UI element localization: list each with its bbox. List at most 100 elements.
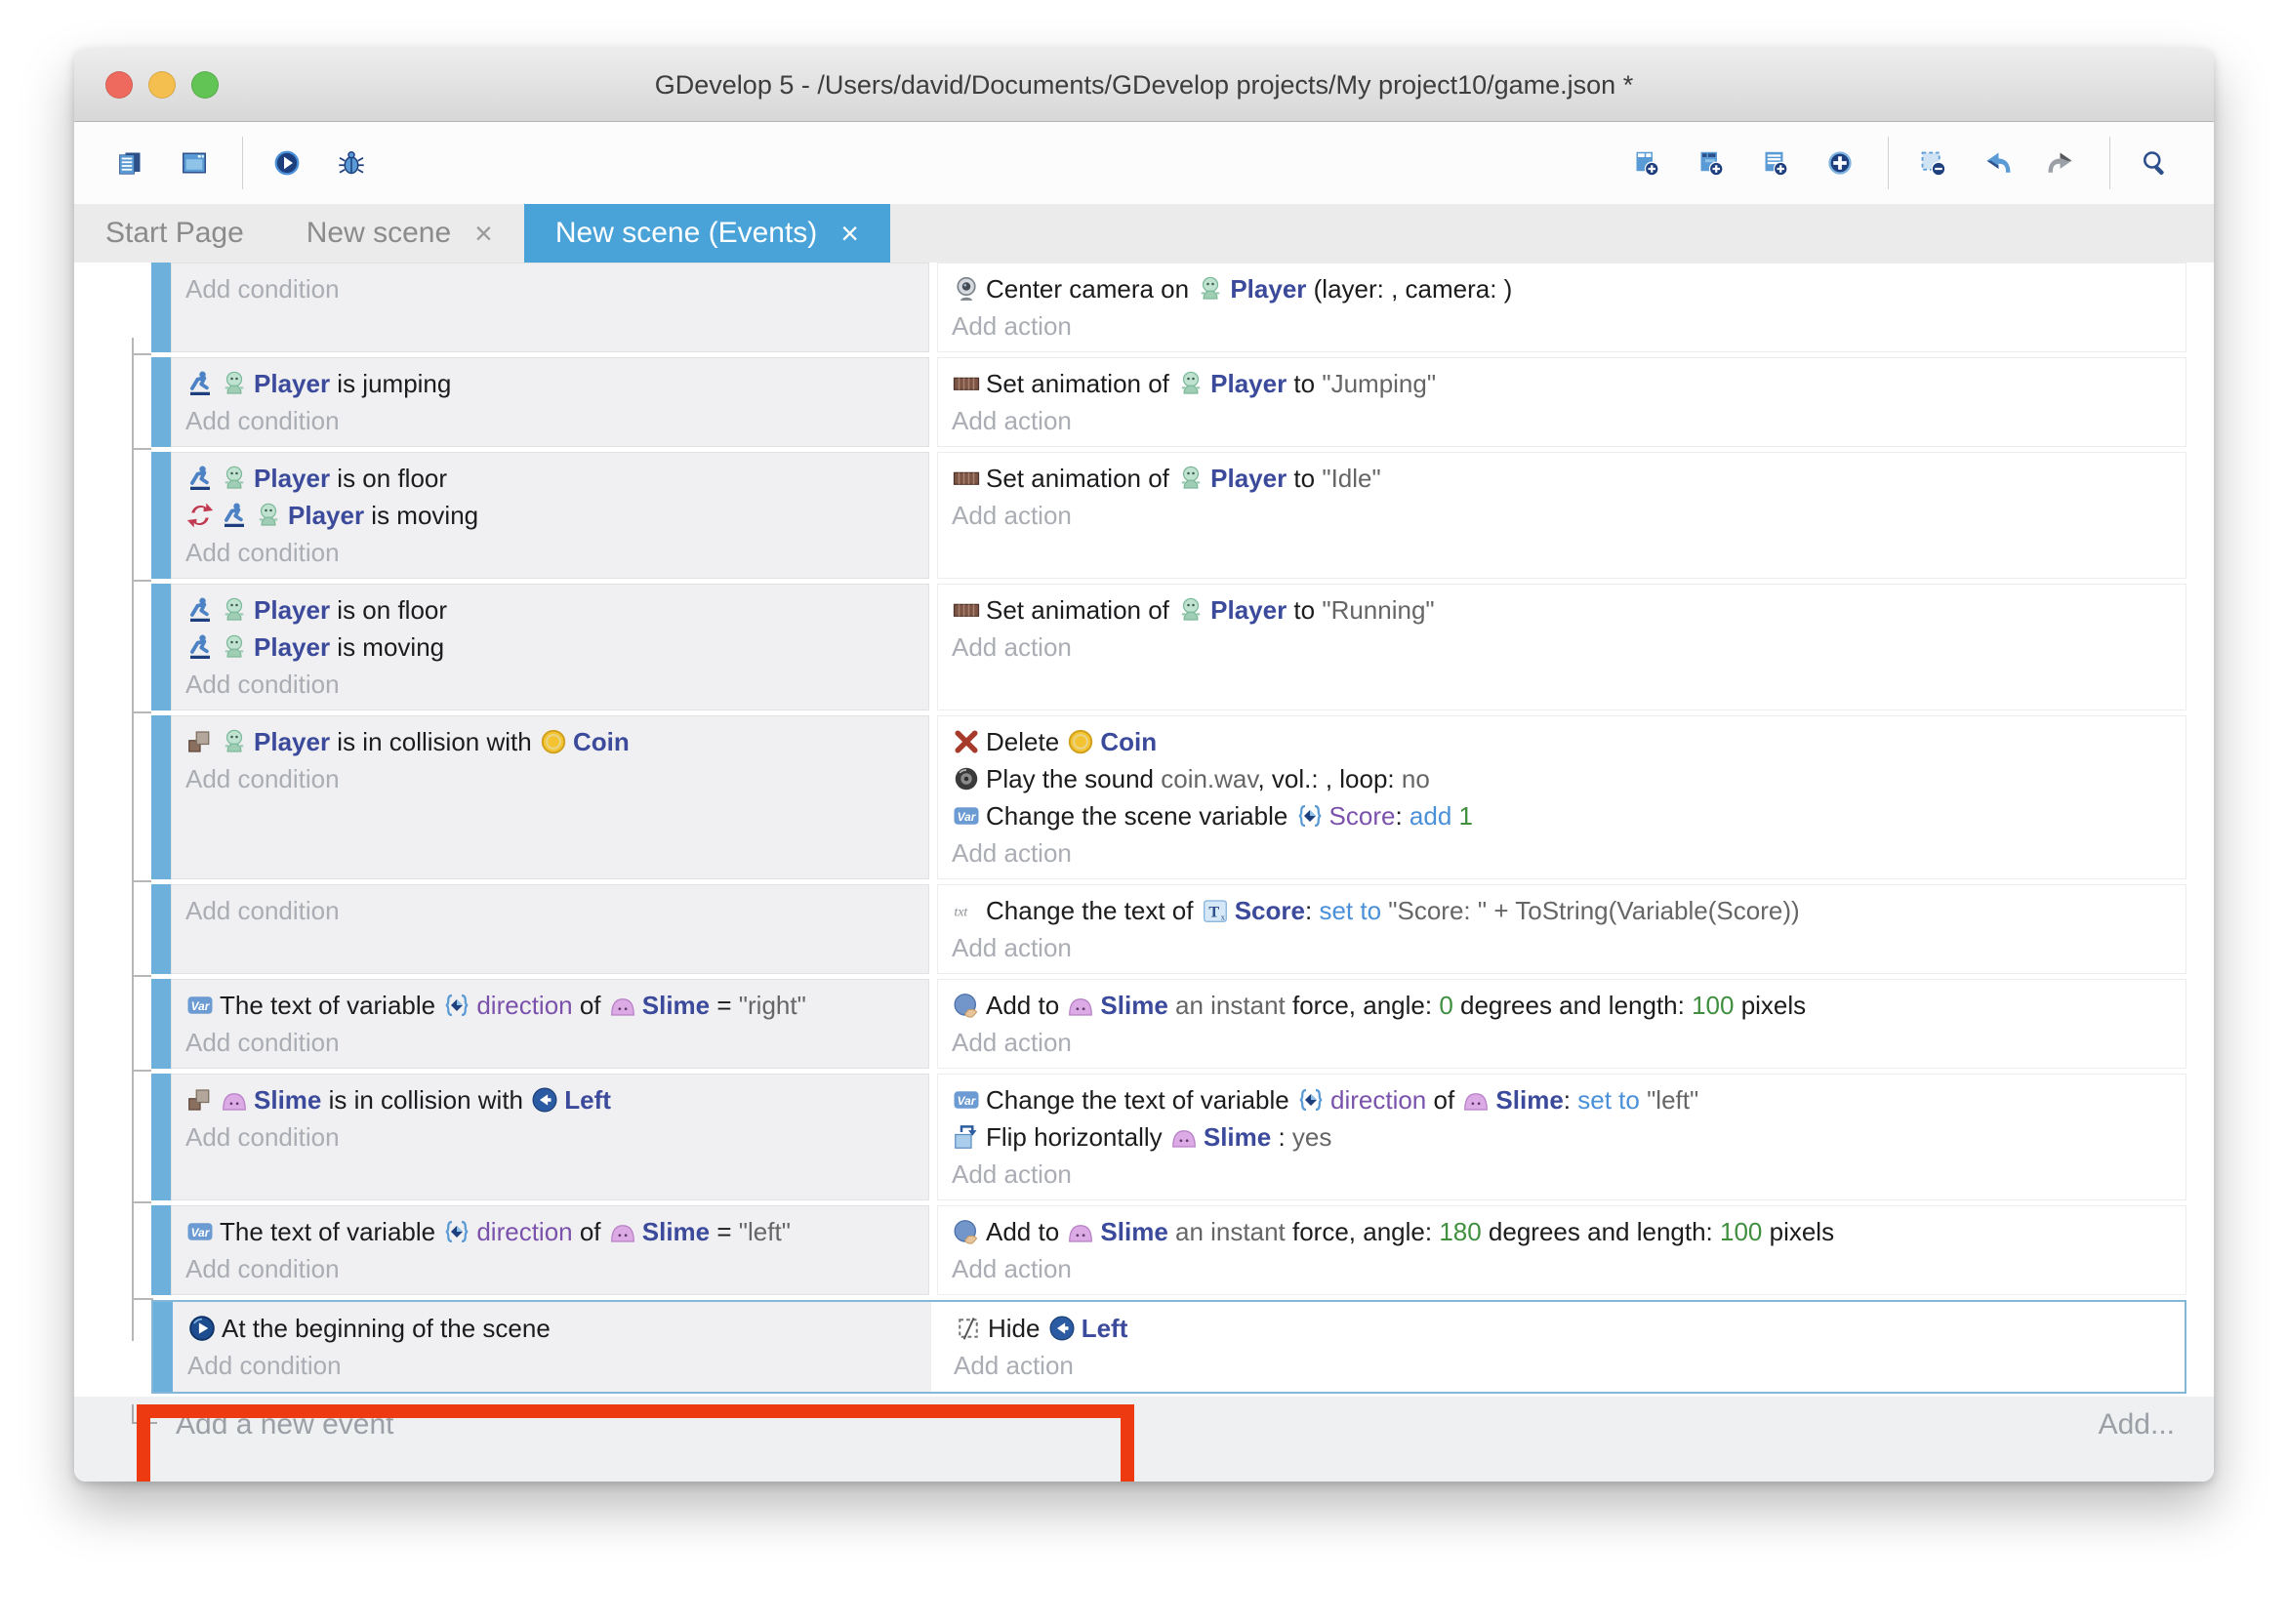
action-line[interactable]: Hide Left xyxy=(954,1310,2170,1347)
add-condition-button[interactable]: Add condition xyxy=(185,1024,915,1061)
text-token: pixels xyxy=(1734,991,1806,1020)
add-condition-button[interactable]: Add condition xyxy=(185,1250,915,1287)
obj-token: Player xyxy=(254,464,330,493)
action-line[interactable]: VarChange the scene variable Score: add … xyxy=(952,797,2172,834)
add-action-button[interactable]: Add action xyxy=(952,1156,2172,1193)
str-token: "Running" xyxy=(1322,595,1434,625)
event-row: VarThe text of variable direction of Sli… xyxy=(151,979,2186,1069)
obj-token: Left xyxy=(564,1085,611,1115)
tab-new-scene-events[interactable]: New scene (Events)× xyxy=(524,204,890,263)
toolbar-redo-button[interactable] xyxy=(2035,135,2092,191)
add-condition-button[interactable]: Add condition xyxy=(187,1347,917,1384)
add-condition-button[interactable]: Add condition xyxy=(185,270,915,307)
actions-cell: Add to Slime an instant force, angle: 0 … xyxy=(937,979,2186,1069)
action-line[interactable]: Flip horizontally Slime : yes xyxy=(952,1118,2172,1156)
event-selection-bar[interactable] xyxy=(153,1302,173,1392)
add-condition-button[interactable]: Add condition xyxy=(185,1118,915,1156)
scene-editor-icon xyxy=(180,148,209,178)
event-selection-bar[interactable] xyxy=(151,979,171,1069)
text-token: At the beginning of the scene xyxy=(222,1314,551,1343)
add-more-button[interactable]: Add... xyxy=(2099,1408,2175,1441)
minimize-window-button[interactable] xyxy=(148,71,176,99)
player-icon xyxy=(1196,274,1225,304)
text-token: Add to xyxy=(986,991,1066,1020)
event-selection-bar[interactable] xyxy=(151,884,171,974)
add-action-button[interactable]: Add action xyxy=(952,629,2172,666)
actions-cell: Set animation of Player to "Jumping"Add … xyxy=(937,357,2186,447)
event-selection-bar[interactable] xyxy=(151,357,171,447)
text-token: is jumping xyxy=(330,369,451,398)
condition-line[interactable]: Slime is in collision with Left xyxy=(185,1081,915,1118)
obj-token: Left xyxy=(1082,1314,1128,1343)
condition-line[interactable]: Player is jumping xyxy=(185,365,915,402)
add-action-button[interactable]: Add action xyxy=(952,497,2172,534)
actions-cell: Delete CoinPlay the sound coin.wav, vol.… xyxy=(937,715,2186,879)
text-token: is moving xyxy=(330,632,444,662)
condition-line[interactable]: Player is in collision with Coin xyxy=(185,723,915,760)
add-condition-button[interactable]: Add condition xyxy=(185,534,915,571)
tab-close-icon[interactable]: × xyxy=(474,216,493,252)
condition-line[interactable]: Player is moving xyxy=(185,629,915,666)
ph-token: Add action xyxy=(952,838,1072,868)
action-line[interactable]: Delete Coin xyxy=(952,723,2172,760)
toolbar-project-manager-button[interactable] xyxy=(103,135,160,191)
event-selection-bar[interactable] xyxy=(151,1205,171,1295)
toolbar-search-button[interactable] xyxy=(2128,135,2185,191)
toolbar-scene-editor-button[interactable] xyxy=(168,135,225,191)
toolbar-add-event-button[interactable] xyxy=(1620,135,1677,191)
condition-line[interactable]: At the beginning of the scene xyxy=(187,1310,917,1347)
action-line[interactable]: Set animation of Player to "Running" xyxy=(952,591,2172,629)
add-action-button[interactable]: Add action xyxy=(952,307,2172,345)
obj-token: Slime xyxy=(642,991,710,1020)
text-token: : xyxy=(1395,801,1409,831)
action-line[interactable]: Set animation of Player to "Idle" xyxy=(952,460,2172,497)
condition-line[interactable]: Player is on floor xyxy=(185,460,915,497)
toolbar-add-subevent-button[interactable] xyxy=(1685,135,1741,191)
tab-start-page[interactable]: Start Page xyxy=(74,204,275,263)
add-condition-button[interactable]: Add condition xyxy=(185,402,915,439)
action-line[interactable]: Set animation of Player to "Jumping" xyxy=(952,365,2172,402)
add-condition-button[interactable]: Add condition xyxy=(185,666,915,703)
obj-token: Slime xyxy=(1100,991,1167,1020)
zoom-window-button[interactable] xyxy=(191,71,219,99)
add-event-icon xyxy=(1632,148,1661,178)
add-action-button[interactable]: Add action xyxy=(952,402,2172,439)
add-action-button[interactable]: Add action xyxy=(954,1347,2170,1384)
toolbar-add-comment-button[interactable] xyxy=(1749,135,1806,191)
condition-line[interactable]: Player is on floor xyxy=(185,591,915,629)
str-token: no xyxy=(1402,764,1430,793)
ph-token: Add action xyxy=(952,1028,1072,1057)
condition-line[interactable]: VarThe text of variable direction of Sli… xyxy=(185,1213,915,1250)
add-action-button[interactable]: Add action xyxy=(952,1250,2172,1287)
ph-token: Add condition xyxy=(185,274,340,304)
event-selection-bar[interactable] xyxy=(151,1074,171,1200)
action-line[interactable]: txtChange the text of TxScore: set to "S… xyxy=(952,892,2172,929)
event-selection-bar[interactable] xyxy=(151,715,171,879)
tab-new-scene[interactable]: New scene× xyxy=(275,204,524,263)
action-line[interactable]: Play the sound coin.wav, vol.: , loop: n… xyxy=(952,760,2172,797)
close-window-button[interactable] xyxy=(105,71,133,99)
add-action-button[interactable]: Add action xyxy=(952,929,2172,966)
obj-token: Player xyxy=(254,595,330,625)
condition-line[interactable]: Player is moving xyxy=(185,497,915,534)
toolbar-undo-button[interactable] xyxy=(1971,135,2027,191)
add-condition-button[interactable]: Add condition xyxy=(185,892,915,929)
toolbar-debugger-button[interactable] xyxy=(325,135,382,191)
action-line[interactable]: Add to Slime an instant force, angle: 0 … xyxy=(952,987,2172,1024)
condition-line[interactable]: VarThe text of variable direction of Sli… xyxy=(185,987,915,1024)
event-selection-bar[interactable] xyxy=(151,452,171,579)
toolbar-add-new-button[interactable] xyxy=(1814,135,1870,191)
add-action-button[interactable]: Add action xyxy=(952,1024,2172,1061)
add-condition-button[interactable]: Add condition xyxy=(185,760,915,797)
toolbar-preview-play-button[interactable] xyxy=(261,135,317,191)
tab-close-icon[interactable]: × xyxy=(840,216,859,252)
event-selection-bar[interactable] xyxy=(151,584,171,710)
add-action-button[interactable]: Add action xyxy=(952,834,2172,872)
event-selection-bar[interactable] xyxy=(151,263,171,352)
toolbar-delete-selected-button[interactable] xyxy=(1906,135,1963,191)
ph-token: Add condition xyxy=(185,1254,340,1283)
action-line[interactable]: Add to Slime an instant force, angle: 18… xyxy=(952,1213,2172,1250)
action-line[interactable]: Center camera on Player (layer: , camera… xyxy=(952,270,2172,307)
action-line[interactable]: VarChange the text of variable direction… xyxy=(952,1081,2172,1118)
txticon-icon: txt xyxy=(952,896,981,925)
